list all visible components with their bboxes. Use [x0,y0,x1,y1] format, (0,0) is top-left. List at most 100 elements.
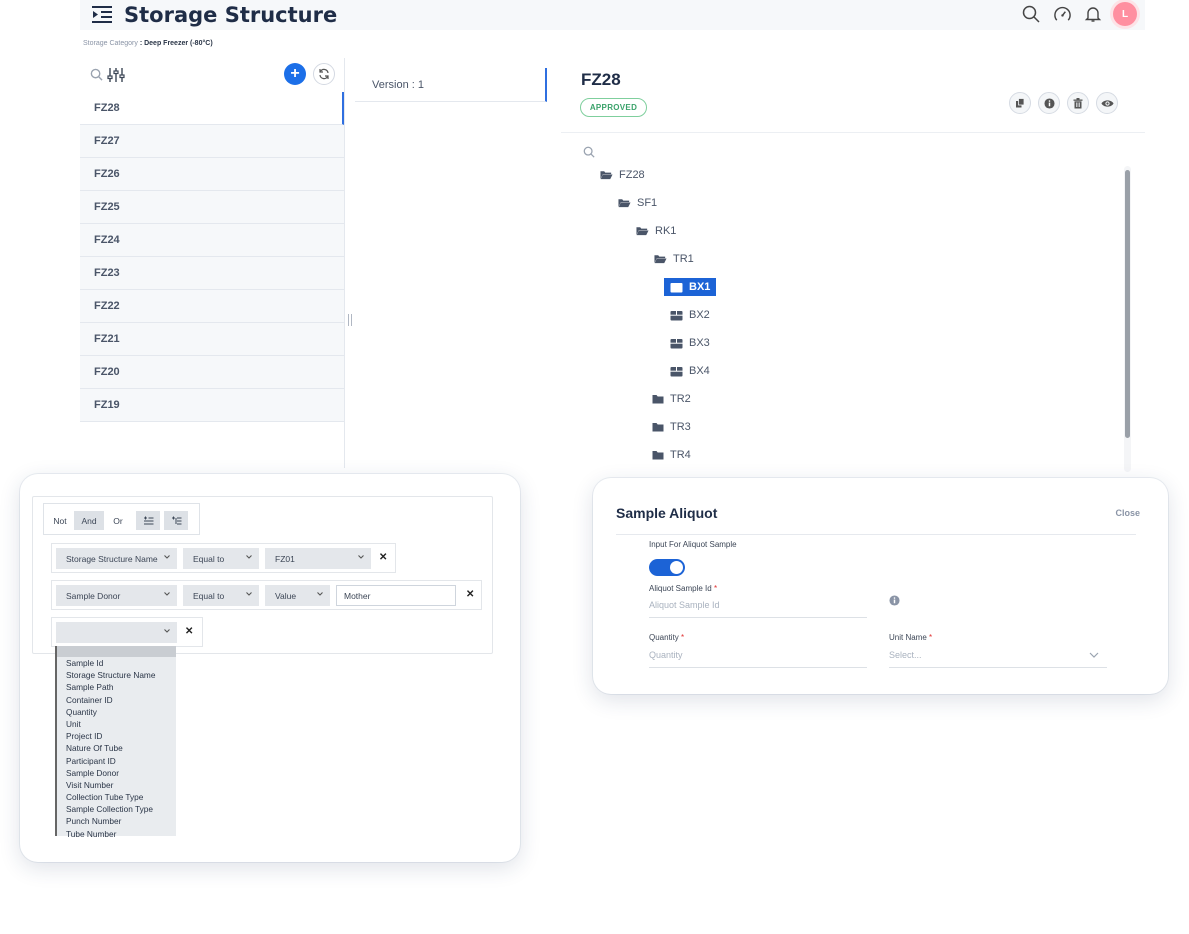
dropdown-option[interactable]: Participant ID [57,755,176,767]
dropdown-option[interactable]: Sample Path [57,681,176,693]
add-structure-button[interactable]: + [284,63,306,85]
tree-node[interactable]: SF1 [618,194,657,212]
search-icon[interactable] [90,68,103,81]
structure-list-item[interactable]: FZ25 [80,191,344,224]
structure-list-item[interactable]: FZ19 [80,389,344,422]
rule2-field-value: Sample Donor [66,590,121,601]
speedometer-icon[interactable] [1051,3,1073,25]
version-item[interactable]: Version : 1 [355,68,547,102]
info-icon[interactable] [889,595,900,606]
remove-rule3-button[interactable]: ✕ [185,626,193,637]
tree-node-label: BX2 [689,309,710,321]
dropdown-option[interactable]: Container ID [57,694,176,706]
copy-button[interactable] [1009,92,1031,114]
aliquot-title: Sample Aliquot [616,505,718,521]
box-icon [670,338,683,349]
dropdown-option[interactable]: Nature Of Tube [57,742,176,754]
resize-handle[interactable] [348,314,352,326]
chevron-down-icon [358,555,364,559]
rule2-operator-select[interactable]: Equal to [183,585,259,606]
structure-list-item[interactable]: FZ20 [80,356,344,389]
structure-list-item[interactable]: FZ24 [80,224,344,257]
folder-open-icon [618,198,631,208]
rule-row-3: ✕ [51,617,203,647]
dropdown-option[interactable]: Sample Donor [57,767,176,779]
structure-list-item[interactable]: FZ21 [80,323,344,356]
structure-list-item[interactable]: FZ22 [80,290,344,323]
remove-rule2-button[interactable]: ✕ [466,589,474,600]
structure-list-item[interactable]: FZ23 [80,257,344,290]
rule1-operator-select[interactable]: Equal to [183,548,259,569]
remove-rule1-button[interactable]: ✕ [379,552,387,563]
aliquot-toggle[interactable] [649,559,685,576]
detail-divider [561,132,1145,133]
chevron-down-icon[interactable] [1089,651,1099,659]
dropdown-option[interactable]: Storage Structure Name [57,669,176,681]
filter-sliders-icon[interactable] [107,66,125,84]
chevron-down-icon [317,592,323,596]
dropdown-option[interactable]: Sample Collection Type [57,803,176,815]
rule1-field-select[interactable]: Storage Structure Name [56,548,177,569]
tree-node[interactable]: BX3 [670,334,710,352]
add-rule-button[interactable] [136,511,160,530]
tree-node[interactable]: TR4 [652,446,691,464]
rule1-operator-value: Equal to [193,553,225,564]
tree-node[interactable]: BX1 [664,278,717,296]
rule2-value-input[interactable]: Mother [336,585,456,606]
op-and-button[interactable]: And [74,511,104,530]
delete-button[interactable] [1067,92,1089,114]
tree-node-label: BX3 [689,337,710,349]
unit-underline [889,667,1107,668]
op-not-button[interactable]: Not [48,511,72,530]
dropdown-option[interactable]: Visit Number [57,779,176,791]
unit-select[interactable]: Select... [889,650,922,660]
dropdown-option[interactable]: Sample Id [57,657,176,669]
dropdown-option[interactable]: Tube Number [57,828,176,840]
dropdown-option[interactable]: Quantity [57,706,176,718]
rule3-field-select[interactable] [56,622,177,643]
quantity-input[interactable]: Quantity [649,650,683,660]
tree-node[interactable]: FZ28 [600,166,645,184]
tree-node[interactable]: BX2 [670,306,710,324]
rule2-value-type-select[interactable]: Value [265,585,330,606]
avatar[interactable]: L [1113,2,1137,26]
aliquot-divider [616,534,1136,535]
dropdown-option[interactable]: Punch Number [57,815,176,827]
add-group-button[interactable] [164,511,188,530]
rule1-value: FZ01 [275,553,295,564]
aliquot-id-underline [649,617,867,618]
menu-collapse-icon[interactable] [90,3,114,27]
tree-node-label: BX4 [689,365,710,377]
tree-node[interactable]: BX4 [670,362,710,380]
folder-icon [652,450,664,460]
tree-node[interactable]: TR1 [654,250,694,268]
tree-node-label: SF1 [637,197,658,209]
view-button[interactable] [1096,92,1118,114]
detail-title: FZ28 [581,70,621,89]
aliquot-close-button[interactable]: Close [1115,508,1140,518]
folder-icon [652,422,664,432]
tree-search-icon[interactable] [583,146,595,158]
rule1-value-select[interactable]: FZ01 [265,548,371,569]
structure-list-item[interactable]: FZ28 [80,92,344,125]
rule2-field-select[interactable]: Sample Donor [56,585,177,606]
required-mark: * [929,633,933,642]
structure-list-item[interactable]: FZ27 [80,125,344,158]
bell-icon[interactable] [1082,3,1104,25]
dropdown-option[interactable]: Collection Tube Type [57,791,176,803]
structure-list-item[interactable]: FZ26 [80,158,344,191]
dropdown-option[interactable]: Unit [57,718,176,730]
refresh-button[interactable] [313,63,335,85]
info-button[interactable] [1038,92,1060,114]
dropdown-option[interactable]: Project ID [57,730,176,742]
op-or-button[interactable]: Or [106,511,130,530]
quantity-label: Quantity * [649,633,684,642]
search-icon[interactable] [1020,3,1042,25]
aliquot-id-input[interactable]: Aliquot Sample Id [649,600,720,610]
tree-node[interactable]: RK1 [636,222,676,240]
tree-scrollbar-thumb[interactable] [1125,170,1130,438]
field-options-dropdown: Sample Id Storage Structure Name Sample Pa… [55,646,176,839]
tree-node[interactable]: TR3 [652,418,691,436]
tree-node[interactable]: TR2 [652,390,691,408]
tree-node-label: RK1 [655,225,677,237]
